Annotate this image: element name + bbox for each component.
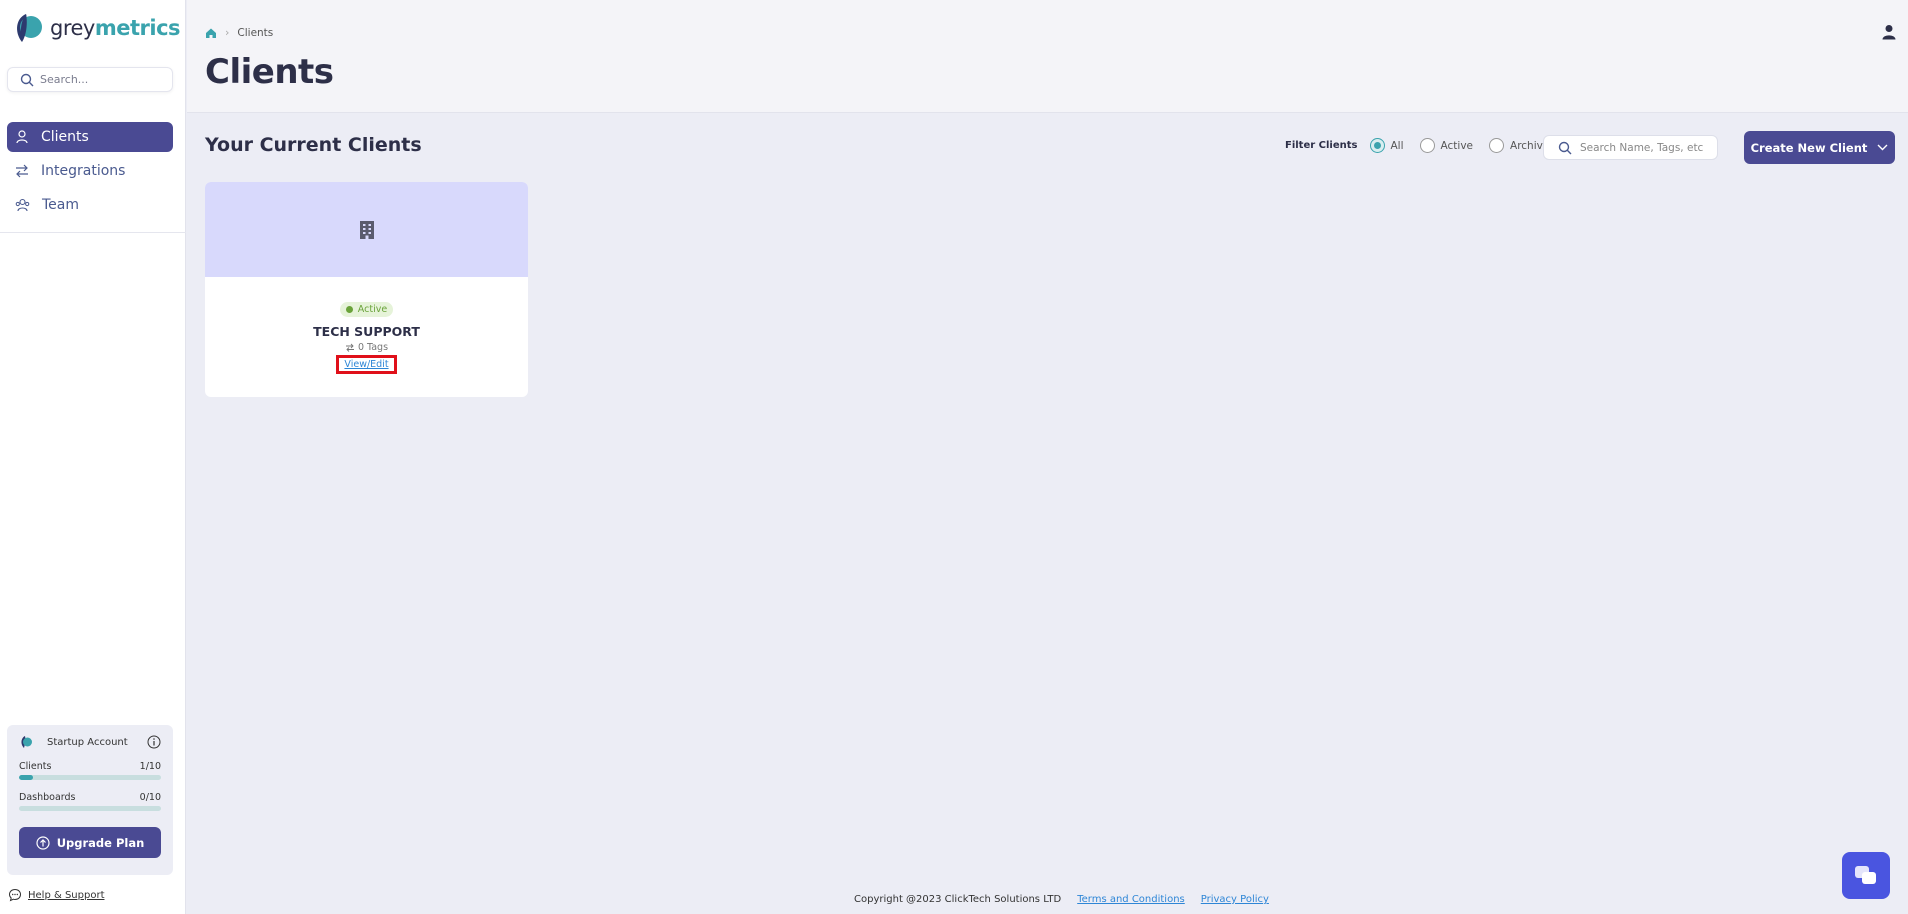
status-dot [345, 306, 353, 313]
search-icon [1558, 141, 1572, 154]
upgrade-plan-button[interactable]: Upgrade Plan [19, 827, 161, 858]
usage-value: 1/10 [139, 761, 161, 772]
usage-dashboards: Dashboards 0/10 [19, 792, 161, 811]
filter-option-active[interactable]: Active [1419, 138, 1474, 153]
radio-label: All [1390, 139, 1404, 152]
chat-icon [1855, 865, 1876, 884]
upgrade-plan-label: Upgrade Plan [56, 835, 145, 850]
sidebar-item-label: Clients [41, 129, 89, 145]
create-new-client-label: Create New Client [1750, 140, 1868, 155]
logo-text: greymetrics [50, 16, 181, 40]
usage-clients: Clients 1/10 [19, 761, 161, 780]
usage-label: Dashboards [19, 792, 76, 803]
usage-label: Clients [19, 761, 52, 772]
chat-bubble-icon [8, 888, 22, 902]
account-title: Startup Account [47, 736, 128, 748]
privacy-link[interactable]: Privacy Policy [1201, 894, 1269, 905]
sidebar: greymetrics Clients Integrations Team St… [0, 0, 186, 914]
filter-option-all[interactable]: All [1369, 138, 1404, 153]
sidebar-item-integrations[interactable]: Integrations [7, 156, 173, 186]
radio-button[interactable] [1489, 138, 1505, 153]
usage-bar [19, 806, 161, 811]
account-panel: Startup Account Clients 1/10 Dashboards 0/… [7, 725, 173, 875]
logo-icon [10, 12, 44, 44]
usage-bar [19, 775, 161, 780]
info-icon[interactable] [147, 735, 161, 749]
arrows-icon [345, 343, 354, 352]
status-label: Active [357, 304, 388, 315]
search-icon [20, 73, 34, 86]
user-icon [16, 130, 28, 144]
breadcrumb: › Clients [205, 26, 273, 39]
account-menu[interactable] [1882, 24, 1896, 44]
arrows-icon [16, 164, 28, 178]
home-icon[interactable] [205, 27, 217, 39]
sidebar-item-clients[interactable]: Clients [7, 122, 173, 152]
radio-button[interactable] [1369, 138, 1385, 153]
help-support-link[interactable]: Help & Support [8, 888, 104, 902]
help-support-label: Help & Support [28, 889, 105, 901]
sidebar-divider [0, 232, 186, 233]
terms-link[interactable]: Terms and Conditions [1077, 894, 1185, 905]
client-search-input[interactable] [1580, 141, 1710, 154]
view-edit-link[interactable]: View/Edit [336, 355, 397, 374]
user-avatar-icon [1882, 25, 1896, 40]
sidebar-item-label: Team [42, 197, 80, 213]
section-title: Your Current Clients [205, 134, 422, 156]
usage-value: 0/10 [139, 792, 161, 803]
client-tags: 0 Tags [345, 342, 388, 353]
footer: Copyright @2023 ClickTech Solutions LTD … [854, 894, 1269, 905]
page-title: Clients [205, 52, 334, 92]
tags-count: 0 Tags [357, 342, 389, 353]
client-search[interactable] [1543, 135, 1718, 160]
sidebar-nav: Clients Integrations Team [7, 122, 173, 224]
account-logo-icon [21, 736, 32, 748]
main-content: Your Current Clients Filter Clients All … [187, 114, 1908, 914]
copyright-text: Copyright @2023 ClickTech Solutions LTD [854, 894, 1062, 905]
filter-clients: Filter Clients All Active Archived [1285, 138, 1572, 153]
sidebar-item-label: Integrations [41, 163, 126, 179]
client-card-banner [205, 182, 528, 277]
create-new-client-button[interactable]: Create New Client [1744, 131, 1895, 164]
building-icon [359, 220, 374, 239]
team-icon [15, 198, 30, 212]
logo[interactable]: greymetrics [10, 12, 181, 44]
radio-label: Active [1440, 139, 1474, 152]
sidebar-item-team[interactable]: Team [7, 190, 173, 220]
radio-button[interactable] [1419, 138, 1435, 153]
arrow-up-circle-icon [36, 835, 50, 850]
sidebar-search[interactable] [7, 67, 173, 92]
chevron-down-icon [1877, 144, 1888, 151]
page-header: › Clients Clients [187, 0, 1908, 113]
sidebar-search-input[interactable] [40, 73, 160, 86]
chevron-right-icon: › [225, 26, 230, 39]
client-card: Active TECH SUPPORT 0 Tags View/Edit [205, 182, 528, 397]
client-name: TECH SUPPORT [313, 324, 420, 339]
usage-bar-fill [19, 775, 34, 780]
chat-widget-button[interactable] [1842, 852, 1890, 899]
breadcrumb-current: Clients [237, 26, 274, 39]
filter-label: Filter Clients [1285, 140, 1358, 151]
status-badge: Active [339, 302, 394, 317]
